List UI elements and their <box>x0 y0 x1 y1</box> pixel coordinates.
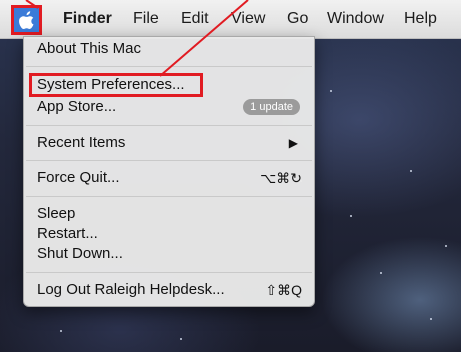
menu-separator <box>26 125 312 126</box>
menu-edit[interactable]: Edit <box>181 10 209 28</box>
log-out-shortcut: ⇧⌘Q <box>265 282 302 298</box>
force-quit-shortcut: ⌥⌘↻ <box>260 170 302 186</box>
apple-menu-dropdown: About This Mac System Preferences... App… <box>23 36 315 307</box>
menu-item-recent-items[interactable]: Recent Items ▶ <box>37 132 302 154</box>
menu-item-label: Sleep <box>37 205 76 222</box>
menu-item-label: Shut Down... <box>37 245 123 262</box>
menu-item-label: Log Out Raleigh Helpdesk... <box>37 281 225 298</box>
menu-item-about-this-mac[interactable]: About This Mac <box>37 38 302 60</box>
menu-item-label: Restart... <box>37 225 98 242</box>
menu-finder[interactable]: Finder <box>63 10 112 28</box>
menu-item-system-preferences[interactable]: System Preferences... <box>37 74 302 96</box>
menu-help[interactable]: Help <box>404 10 437 28</box>
apple-icon <box>18 11 33 29</box>
menu-bar: Finder File Edit View Go Window Help <box>0 0 461 39</box>
menu-window[interactable]: Window <box>327 10 384 28</box>
menu-item-label: About This Mac <box>37 40 141 57</box>
menu-separator <box>26 66 312 67</box>
menu-view[interactable]: View <box>231 10 265 28</box>
menu-item-app-store[interactable]: App Store... 1 update <box>37 96 302 118</box>
menu-separator <box>26 196 312 197</box>
menu-item-label: App Store... <box>37 98 117 115</box>
apple-menu-button[interactable] <box>11 5 42 35</box>
menu-separator <box>26 160 312 161</box>
menu-file[interactable]: File <box>133 10 159 28</box>
menu-item-shut-down[interactable]: Shut Down... <box>37 243 302 265</box>
update-badge: 1 update <box>243 99 300 115</box>
menu-item-restart[interactable]: Restart... <box>37 223 302 245</box>
submenu-arrow-icon: ▶ <box>288 136 298 150</box>
menu-item-label: Force Quit... <box>37 169 120 186</box>
menu-item-force-quit[interactable]: Force Quit... ⌥⌘↻ <box>37 167 302 189</box>
menu-item-label: System Preferences... <box>37 76 185 93</box>
menu-go[interactable]: Go <box>287 10 308 28</box>
menu-item-label: Recent Items <box>37 134 126 151</box>
menu-separator <box>26 272 312 273</box>
menu-item-sleep[interactable]: Sleep <box>37 203 302 225</box>
menu-item-log-out[interactable]: Log Out Raleigh Helpdesk... ⇧⌘Q <box>37 279 302 301</box>
